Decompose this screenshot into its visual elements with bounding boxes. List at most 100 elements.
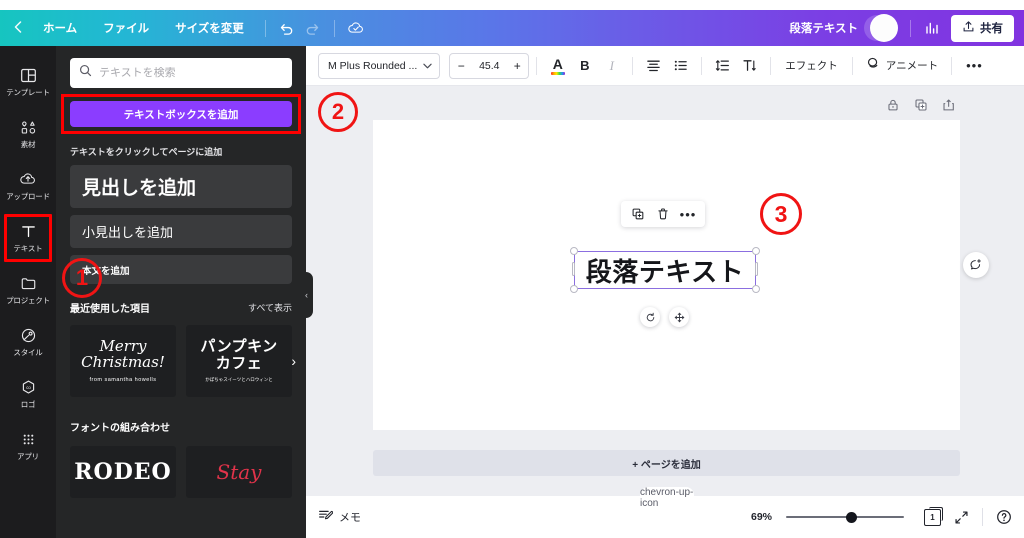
search-icon (79, 64, 92, 82)
list-item[interactable]: RODEO (70, 446, 176, 498)
left-rail: テンプレート 素材 アップロード テキスト プロジェクト スタイル co ロゴ … (0, 46, 56, 538)
help-icon[interactable] (996, 509, 1012, 525)
recent-items-row: Merry Christmas! from samantha howells パ… (70, 325, 296, 397)
recent-card-line1: パンプキン (200, 337, 278, 355)
font-size-value[interactable]: 45.4 (472, 60, 506, 72)
vertical-text-icon[interactable] (736, 52, 763, 79)
styles-palette-icon (20, 327, 37, 344)
font-size-stepper[interactable]: − 45.4 + (449, 52, 530, 79)
copy-icon[interactable] (627, 203, 649, 225)
recent-title: 最近使用した項目 (70, 304, 150, 315)
font-family-label: M Plus Rounded ... (328, 59, 418, 72)
menu-resize[interactable]: サイズを変更 (162, 10, 257, 46)
page-count-badge: 1 (924, 506, 943, 526)
resize-handle-left[interactable] (572, 262, 575, 276)
divider (770, 56, 772, 75)
add-textbox-highlight: テキストボックスを追加 (61, 94, 301, 134)
redo-icon[interactable] (300, 15, 326, 41)
selected-text-element[interactable]: 段落テキスト (570, 247, 760, 293)
add-comment-icon[interactable] (963, 252, 989, 278)
sidebar-item-logo[interactable]: co ロゴ (0, 368, 56, 420)
menu-file[interactable]: ファイル (90, 10, 162, 46)
chevron-right-icon[interactable]: › (291, 353, 296, 369)
text-style-subheading[interactable]: 小見出しを追加 (70, 215, 292, 248)
list-item[interactable]: Merry Christmas! from samantha howells (70, 325, 176, 397)
sidebar-item-templates[interactable]: テンプレート (0, 56, 56, 108)
bullet-list-icon[interactable] (667, 52, 694, 79)
duplicate-icon[interactable] (914, 98, 928, 112)
resize-handle-bottom-left[interactable] (570, 285, 578, 293)
divider (536, 56, 538, 75)
zoom-slider-knob[interactable] (846, 512, 857, 523)
text-style-heading[interactable]: 見出しを追加 (70, 165, 292, 208)
text-color-letter: A (552, 55, 563, 72)
resize-handle-right[interactable] (755, 262, 758, 276)
sidebar-item-label: テンプレート (6, 87, 50, 97)
see-all-link[interactable]: すべて表示 (248, 301, 292, 314)
notes-button[interactable]: メモ (318, 508, 361, 526)
italic-button[interactable]: I (598, 52, 625, 79)
list-item[interactable]: パンプキン カフェ かぼちゃスイーツとハロウィンと (186, 325, 292, 397)
sidebar-item-projects[interactable]: プロジェクト (0, 264, 56, 316)
share-button[interactable]: 共有 (951, 14, 1014, 42)
divider (910, 19, 911, 37)
sidebar-item-elements[interactable]: 素材 (0, 108, 56, 160)
undo-icon[interactable] (274, 15, 300, 41)
font-combos-title: フォントの組み合わせ (70, 423, 170, 434)
sidebar-item-label: アプリ (17, 451, 39, 461)
trash-icon[interactable] (652, 203, 674, 225)
top-bar-right-group: 段落テキスト + 共有 (789, 10, 1024, 46)
cloud-saved-icon[interactable] (343, 15, 369, 41)
add-textbox-button[interactable]: テキストボックスを追加 (70, 101, 292, 127)
search-input[interactable] (99, 67, 283, 79)
sidebar-item-label: ロゴ (20, 399, 36, 409)
recent-section-header: 最近使用した項目 すべて表示 (70, 300, 292, 315)
selected-text-label: 段落テキスト (585, 256, 745, 287)
animate-button[interactable]: アニメート (860, 56, 944, 76)
resize-handle-top-right[interactable] (752, 247, 760, 255)
sidebar-item-styles[interactable]: スタイル (0, 316, 56, 368)
document-title[interactable]: 段落テキスト (789, 20, 858, 36)
bold-button[interactable]: B (571, 52, 598, 79)
upload-cloud-icon (19, 170, 37, 188)
zoom-slider[interactable] (786, 510, 904, 524)
line-spacing-icon[interactable] (709, 52, 736, 79)
font-combos-row: RODEO Stay (70, 446, 292, 498)
add-page-button[interactable]: + ページを追加 (373, 450, 960, 476)
selection-more-button[interactable]: ••• (677, 203, 699, 225)
effects-button[interactable]: エフェクト (778, 58, 845, 73)
recent-card-sub: かぼちゃスイーツとハロウィンと (205, 377, 273, 383)
font-size-decrease-button[interactable]: − (450, 54, 472, 78)
panel-expand-notch[interactable]: chevron-up-icon (640, 487, 694, 509)
canva-editor-window: ホーム ファイル サイズを変更 段落テキスト + (0, 0, 1024, 538)
align-center-icon[interactable] (640, 52, 667, 79)
move-icon[interactable] (669, 307, 689, 327)
combo-card-label: RODEO (74, 459, 172, 485)
page-count-button[interactable]: 1 (924, 506, 943, 526)
more-options-button[interactable]: ••• (959, 58, 990, 73)
panel-collapse-button[interactable]: ‹ (300, 272, 313, 318)
sidebar-item-uploads[interactable]: アップロード (0, 160, 56, 212)
templates-icon (20, 67, 37, 84)
menu-home[interactable]: ホーム (30, 10, 90, 46)
back-chevron-icon[interactable] (14, 21, 22, 35)
avatar[interactable] (870, 14, 898, 42)
text-style-body[interactable]: 本文を追加 (70, 255, 292, 284)
recent-card-line2: カフェ (215, 354, 263, 372)
annotation-2: 2 (318, 92, 358, 132)
resize-handle-bottom-right[interactable] (752, 285, 760, 293)
zoom-level-label: 69% (750, 511, 772, 523)
search-box[interactable] (70, 58, 292, 88)
rotate-icon[interactable] (640, 307, 660, 327)
fullscreen-icon[interactable] (954, 510, 969, 525)
list-item[interactable]: Stay (186, 446, 292, 498)
sidebar-item-text[interactable]: テキスト (0, 212, 56, 264)
resize-handle-top-left[interactable] (570, 247, 578, 255)
lock-icon[interactable] (886, 98, 900, 112)
text-color-icon[interactable]: A (544, 52, 571, 79)
insights-icon[interactable] (919, 15, 945, 41)
sidebar-item-apps[interactable]: アプリ (0, 420, 56, 472)
export-icon[interactable] (942, 98, 956, 112)
font-size-increase-button[interactable]: + (506, 54, 528, 78)
font-family-select[interactable]: M Plus Rounded ... (318, 52, 441, 79)
